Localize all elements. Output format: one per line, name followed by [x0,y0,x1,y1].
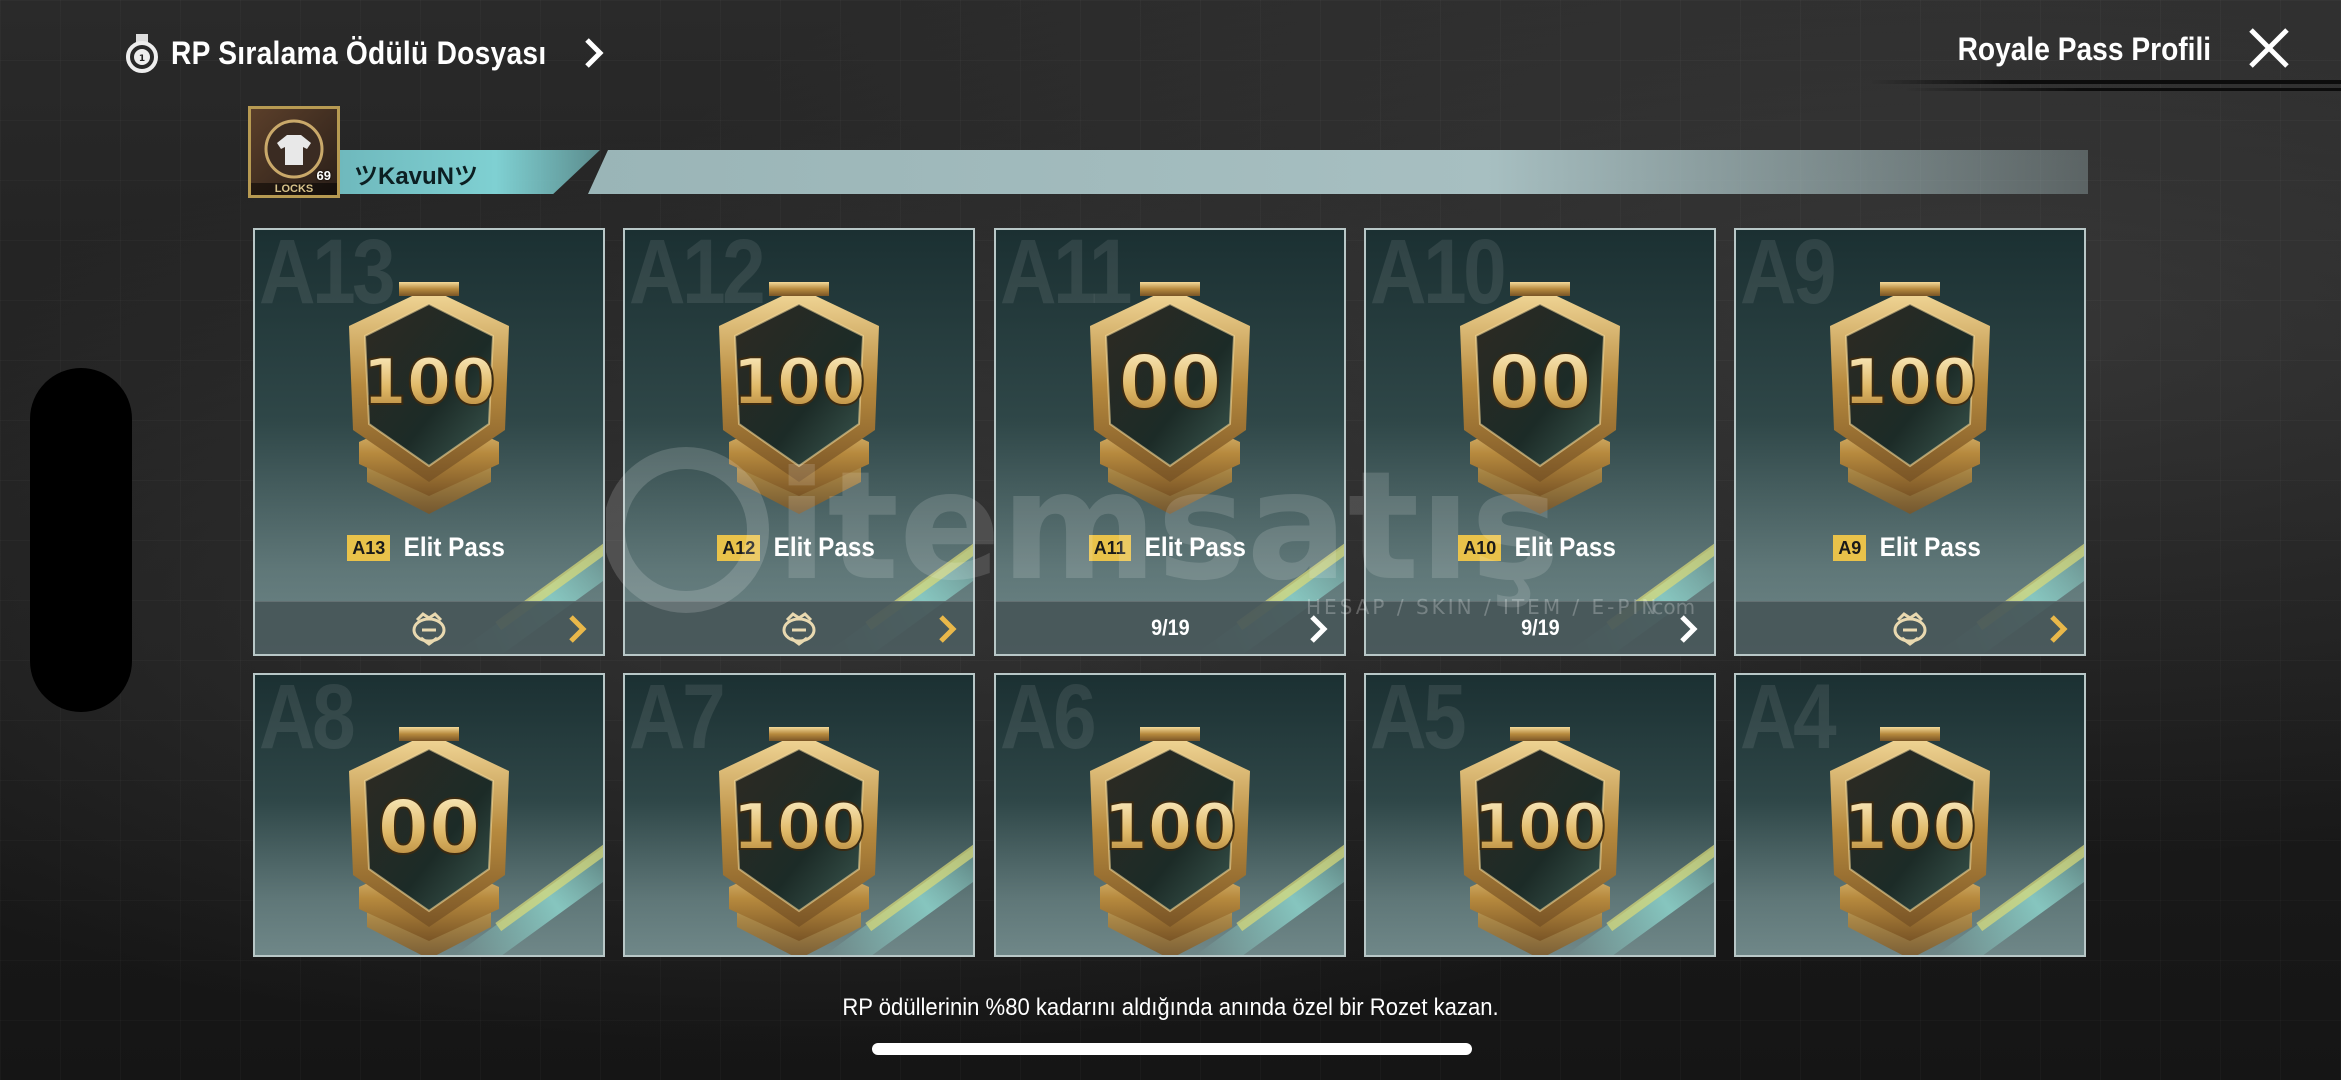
header-divider [1870,80,2341,84]
season-tag: A11 [1088,534,1131,561]
home-indicator[interactable] [872,1043,1472,1055]
season-watermark: A7 [629,673,726,768]
rank-emblem-icon [782,612,816,646]
avatar-level: 69 [316,168,331,183]
pass-label: Elit Pass [1514,532,1617,562]
season-badge-icon: 100 [349,282,509,514]
header-right: Royale Pass Profili [1923,24,2289,74]
card-title: A13 Elit Pass [255,532,603,563]
progress-count: 9/19 [1520,615,1560,640]
royale-pass-profile-link[interactable]: Royale Pass Profili [1957,31,2211,68]
season-badge-icon: 100 [1090,727,1250,955]
badge-number: 100 [1473,791,1607,865]
pass-label: Elit Pass [773,532,876,562]
pass-label: Elit Pass [403,532,506,562]
card-footer[interactable]: 9/19 [1366,601,1714,654]
season-badge-icon: 00 [1090,282,1250,514]
chevron-right-icon [569,615,587,643]
season-tag: A10 [1458,534,1502,561]
player-banner [588,150,2088,194]
chevron-right-icon [584,38,604,68]
reward-hint: RP ödüllerinin %80 kadarını aldığında an… [842,994,1499,1021]
season-tag: A13 [347,534,391,561]
pass-label: Elit Pass [1144,532,1246,562]
badge-number: 100 [362,346,496,420]
device-notch [30,368,132,712]
card-footer[interactable]: 9/19 [996,601,1344,654]
pass-label: Elit Pass [1879,532,1982,562]
rank-reward-file-link[interactable]: 1 RP Sıralama Ödülü Dosyası [125,28,606,78]
season-badge-icon: 100 [719,727,879,955]
badge-number: 100 [1843,346,1977,420]
card-title: A11 Elit Pass [996,532,1344,563]
season-card-a8[interactable]: A8 00 [253,673,605,957]
season-card-a12[interactable]: A12 100 A12 Elit Pass [623,228,975,656]
season-watermark: A4 [1740,673,1837,768]
progress-count: 9/19 [1150,615,1190,640]
avatar-frame-label: LOCKS [251,183,337,195]
badge-number: 00 [1119,340,1222,426]
player-bar: ツKavuNツ 69 LOCKS [248,106,2091,198]
badge-number: 00 [1489,340,1592,426]
avatar[interactable]: 69 LOCKS [248,106,340,198]
badge-number: 100 [732,346,866,420]
season-card-a7[interactable]: A7 100 [623,673,975,957]
season-badge-icon: 00 [1460,282,1620,514]
season-card-a9[interactable]: A9 100 A9 Elit Pass [1734,228,2086,656]
rank-emblem-icon [412,612,446,646]
card-title: A12 Elit Pass [625,532,973,563]
page-title: RP Sıralama Ödülü Dosyası [171,34,547,71]
close-icon[interactable] [2243,22,2295,74]
card-title: A10 Elit Pass [1366,532,1714,563]
chevron-right-icon [939,615,957,643]
card-title: A9 Elit Pass [1736,532,2084,563]
season-watermark: A6 [1000,673,1097,768]
season-badge-icon: 100 [1830,727,1990,955]
season-card-a10[interactable]: A10 00 A10 Elit Pass 9/19 [1364,228,1716,656]
season-card-a11[interactable]: A11 00 A11 Elit Pass 9/19 [994,228,1346,656]
season-badge-icon: 100 [1460,727,1620,955]
player-name: ツKavuNツ [354,163,479,190]
season-card-a5[interactable]: A5 100 [1364,673,1716,957]
chevron-right-icon [1310,615,1328,643]
medal-icon: 1 [126,34,158,73]
badge-number: 100 [1103,791,1237,865]
season-card-a6[interactable]: A6 100 [994,673,1346,957]
badge-number: 100 [732,791,866,865]
svg-text:1: 1 [139,54,145,64]
badge-number: 00 [378,785,481,871]
season-card-grid: A13 100 A13 Elit Pass A12 100 A12 Elit P… [253,228,2089,957]
badge-number: 100 [1843,791,1977,865]
season-badge-icon: 100 [719,282,879,514]
rank-emblem-icon [1893,612,1927,646]
season-card-a4[interactable]: A4 100 [1734,673,2086,957]
season-tag: A12 [717,534,761,561]
season-watermark: A9 [1740,228,1837,323]
season-watermark: A5 [1370,673,1467,768]
season-watermark: A8 [259,673,356,768]
season-badge-icon: 100 [1830,282,1990,514]
chevron-right-icon [1680,615,1698,643]
season-card-a13[interactable]: A13 100 A13 Elit Pass [253,228,605,656]
season-badge-icon: 00 [349,727,509,955]
card-footer[interactable] [1736,601,2084,654]
chevron-right-icon [2050,615,2068,643]
header-divider [1905,88,2341,91]
card-footer[interactable] [255,601,603,654]
season-tag: A9 [1833,534,1867,561]
card-footer[interactable] [625,601,973,654]
